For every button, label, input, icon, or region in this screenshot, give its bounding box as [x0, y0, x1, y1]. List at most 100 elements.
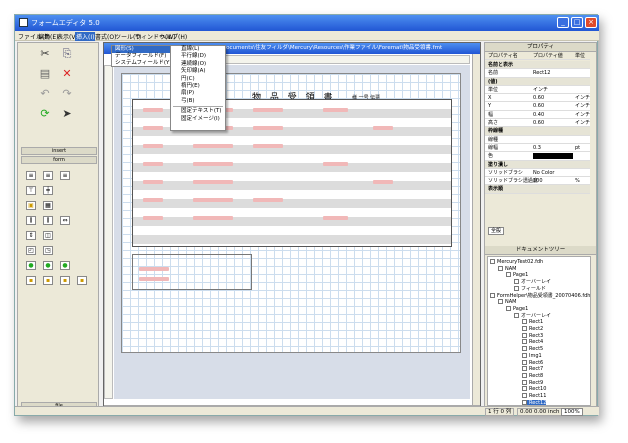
move-up-icon[interactable]: ●: [26, 261, 36, 270]
menu-item-system-field[interactable]: システムフィールド(Y): [112, 60, 172, 67]
tool-d-icon[interactable]: ▪: [77, 276, 87, 285]
red-field: [193, 198, 233, 202]
property-row[interactable]: 枠線種: [485, 127, 590, 136]
status-position: 1 行 0 列: [485, 408, 515, 416]
property-row[interactable]: 塗り潰し: [485, 160, 590, 169]
undo-icon[interactable]: ↶: [38, 87, 52, 101]
tree-item-label: NAM: [505, 299, 517, 306]
align-right-icon[interactable]: ≡: [60, 171, 70, 180]
pointer-icon[interactable]: ➤: [60, 107, 74, 121]
tool-b-icon[interactable]: ▪: [43, 276, 53, 285]
send-back-icon[interactable]: ◳: [43, 246, 53, 255]
property-row[interactable]: 名前と表示: [485, 61, 590, 70]
space-horizontal-icon[interactable]: ⫼: [26, 216, 36, 225]
copy-icon[interactable]: ⎘: [60, 47, 74, 61]
tree-item-label: Img1: [529, 352, 542, 359]
align-top-icon[interactable]: ⊤: [26, 186, 36, 195]
menu-item-fan[interactable]: 扇(P): [171, 90, 225, 97]
lock-icon[interactable]: ▣: [26, 201, 36, 210]
shape-icon: [522, 339, 527, 345]
same-height-icon[interactable]: ⇕: [26, 231, 36, 240]
property-name: ソリッドブラシ透過度: [488, 178, 538, 185]
property-row[interactable]: X 0.60 インチ: [485, 94, 590, 103]
zoom-select[interactable]: 100%: [561, 408, 583, 416]
cut-icon[interactable]: ✂: [38, 47, 52, 61]
move-down-icon[interactable]: ●: [43, 261, 53, 270]
paste-icon[interactable]: ▤: [38, 67, 52, 81]
align-center-icon[interactable]: ≡: [43, 171, 53, 180]
maximize-button[interactable]: □: [571, 17, 583, 28]
folder-icon: [514, 285, 519, 291]
red-field: [253, 126, 283, 130]
vertical-scrollbar[interactable]: [472, 54, 480, 407]
property-value: 0.60: [533, 103, 545, 110]
property-row[interactable]: 線種: [485, 135, 590, 144]
tree-item-label: フィールド: [521, 285, 546, 292]
bring-front-icon[interactable]: ◰: [26, 246, 36, 255]
menu-edit[interactable]: 編集(E): [38, 32, 58, 41]
menu-item-shape[interactable]: 図形(S): [112, 46, 170, 53]
menu-item-fixed-text[interactable]: 固定テキスト(T): [171, 108, 225, 115]
group-icon[interactable]: ▦: [43, 201, 53, 210]
delete-icon[interactable]: ✕: [60, 67, 74, 81]
redo-icon[interactable]: ↷: [60, 87, 74, 101]
folder-icon: [498, 265, 503, 271]
minimize-button[interactable]: _: [557, 17, 569, 28]
menu-item-fixed-image[interactable]: 固定イメージ(I): [171, 116, 225, 123]
menu-format[interactable]: 書式(O): [95, 32, 116, 41]
property-row[interactable]: 単位 インチ: [485, 85, 590, 95]
tool-a-icon[interactable]: ▪: [26, 276, 36, 285]
property-name: 色: [488, 153, 494, 160]
tab-general[interactable]: 全般: [488, 227, 505, 235]
tree-item-label: Rect2: [529, 326, 544, 332]
property-row[interactable]: 表示順: [485, 185, 590, 194]
tree-item-label: Rect11: [529, 393, 547, 399]
menu-help[interactable]: ヘルプ(H): [160, 32, 187, 41]
same-size-icon[interactable]: ◫: [43, 231, 53, 240]
property-row[interactable]: 線幅 0.3 pt: [485, 143, 590, 153]
menu-item-parallel-line[interactable]: 平行線(D): [171, 53, 225, 60]
red-field: [143, 162, 163, 166]
shape-icon: [522, 386, 527, 392]
align-left-icon[interactable]: ≡: [26, 171, 36, 180]
col-unit: 単位: [575, 53, 586, 59]
space-vertical-icon[interactable]: ⫼: [43, 216, 53, 225]
summary-box: [132, 254, 252, 290]
property-row[interactable]: Y 0.60 インチ: [485, 102, 590, 111]
property-row[interactable]: ソリッドブラシ透過度 100%: [485, 177, 590, 186]
tree-item-label: Rect7: [529, 366, 544, 373]
property-name: 線種: [488, 136, 499, 143]
red-field: [193, 180, 233, 184]
move-left-icon[interactable]: ●: [60, 261, 70, 270]
tree-item-label: Page1: [513, 305, 529, 312]
menu-item-bow[interactable]: 弓(B): [171, 98, 225, 105]
menu-item-data-field[interactable]: データフィールド(F): [112, 53, 170, 60]
property-row[interactable]: ソリッドブラシ No Color: [485, 168, 590, 178]
red-field: [143, 144, 163, 148]
design-canvas[interactable]: 物 品 受 領 書 様 一号 伝票: [114, 65, 470, 399]
red-field: [373, 126, 393, 130]
menu-item-arrow[interactable]: 矢印線(A): [171, 68, 225, 75]
shape-icon: [522, 372, 527, 378]
property-row[interactable]: 名前 Rect12: [485, 69, 590, 78]
section-form: form: [21, 156, 97, 164]
close-button[interactable]: ×: [585, 17, 597, 28]
menu-item-circle[interactable]: 円(C): [171, 76, 225, 83]
property-row[interactable]: 高さ 0.60 インチ: [485, 119, 590, 128]
same-width-icon[interactable]: ⇔: [60, 216, 70, 225]
tool-c-icon[interactable]: ▪: [60, 276, 70, 285]
red-field: [139, 267, 169, 271]
menu-item-ellipse[interactable]: 楕円(E): [171, 83, 225, 90]
align-middle-icon[interactable]: ╪: [43, 186, 53, 195]
tree-item-label: MercuryTest02.fdh: [497, 259, 544, 265]
property-row[interactable]: 色: [485, 152, 590, 161]
refresh-icon[interactable]: ⟳: [38, 107, 52, 121]
property-name: 名前: [488, 70, 499, 77]
vertical-ruler: [104, 65, 113, 399]
property-value: [533, 153, 573, 160]
property-row[interactable]: (値): [485, 77, 590, 86]
property-name: 線幅: [488, 144, 499, 151]
property-row[interactable]: 幅 0.40 インチ: [485, 110, 590, 120]
menu-insert[interactable]: 挿入(I): [75, 32, 96, 41]
red-field: [143, 198, 163, 202]
